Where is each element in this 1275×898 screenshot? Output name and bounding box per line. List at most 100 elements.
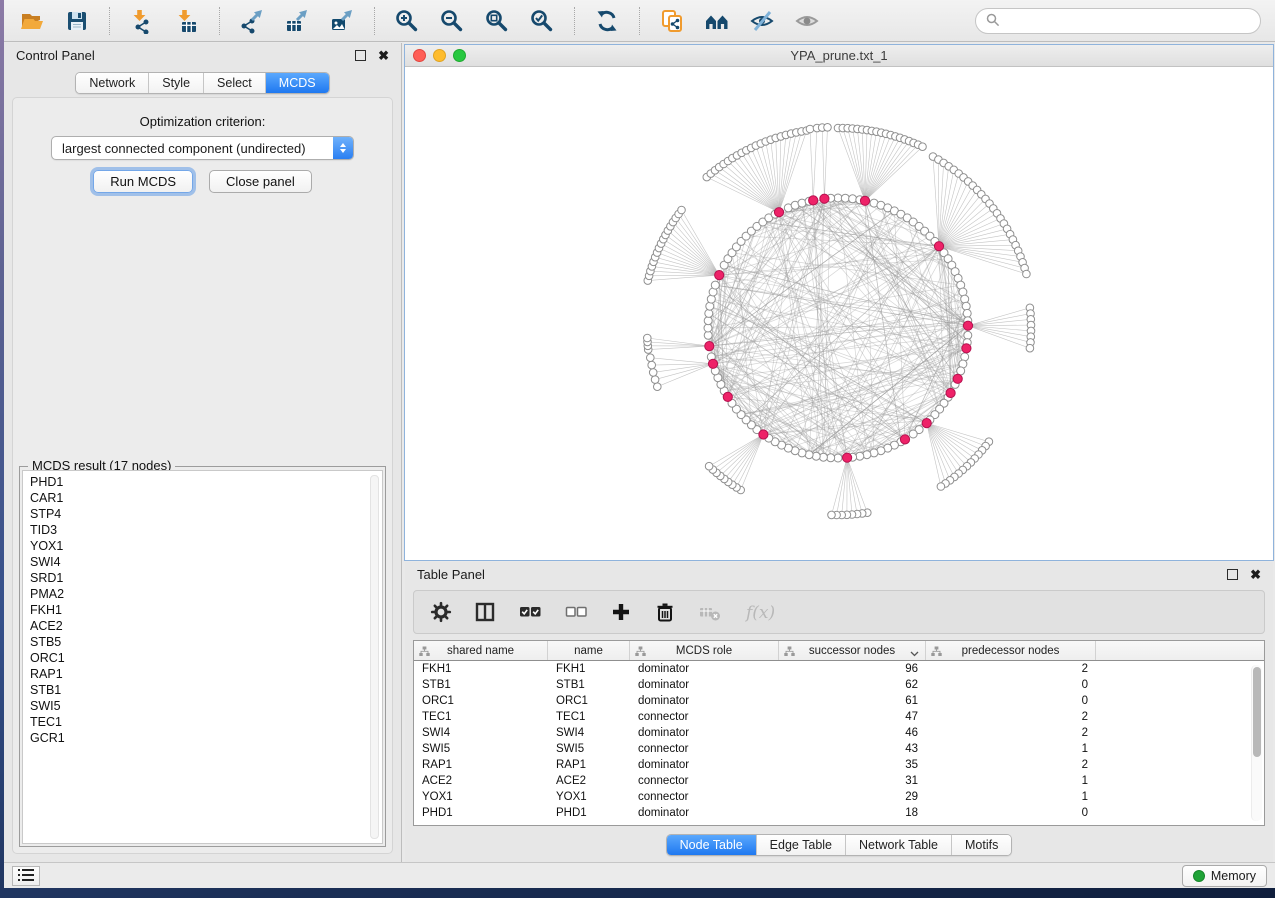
table-cell[interactable]: TEC1 — [414, 711, 548, 723]
column-header-name[interactable]: name — [548, 641, 630, 660]
select-all-icon[interactable] — [518, 601, 542, 623]
table-cell[interactable]: connector — [630, 711, 779, 723]
export-network-icon[interactable] — [234, 5, 270, 37]
export-image-icon[interactable] — [324, 5, 360, 37]
delete-row-icon[interactable] — [654, 601, 676, 623]
table-cell[interactable]: ACE2 — [548, 775, 630, 787]
table-cell[interactable]: FKH1 — [548, 663, 630, 675]
tab-motifs[interactable]: Motifs — [952, 835, 1011, 855]
table-cell[interactable]: 2 — [926, 711, 1096, 723]
close-panel-button[interactable]: Close panel — [209, 170, 312, 193]
table-scrollbar[interactable] — [1251, 665, 1262, 821]
table-cell[interactable]: YOX1 — [414, 791, 548, 803]
mcds-result-item[interactable]: RAP1 — [30, 666, 382, 682]
column-header-shared-name[interactable]: shared name — [414, 641, 548, 660]
table-cell[interactable]: ACE2 — [414, 775, 548, 787]
table-cell[interactable]: 1 — [926, 743, 1096, 755]
table-cell[interactable]: 35 — [779, 759, 926, 771]
hide-selected-icon[interactable] — [744, 5, 780, 37]
tab-network[interactable]: Network — [76, 73, 149, 93]
column-header-predecessor-nodes[interactable]: predecessor nodes — [926, 641, 1096, 660]
table-cell[interactable]: YOX1 — [548, 791, 630, 803]
memory-button[interactable]: Memory — [1182, 865, 1267, 887]
tab-select[interactable]: Select — [204, 73, 266, 93]
table-cell[interactable]: RAP1 — [414, 759, 548, 771]
import-table-icon[interactable] — [169, 5, 205, 37]
table-cell[interactable]: dominator — [630, 679, 779, 691]
table-cell[interactable]: 46 — [779, 727, 926, 739]
table-cell[interactable]: ORC1 — [548, 695, 630, 707]
table-cell[interactable]: connector — [630, 743, 779, 755]
mcds-result-item[interactable]: SWI5 — [30, 698, 382, 714]
mcds-result-item[interactable]: TEC1 — [30, 714, 382, 730]
table-cell[interactable]: 31 — [779, 775, 926, 787]
mcds-result-item[interactable]: TID3 — [30, 522, 382, 538]
table-scrollbar-thumb[interactable] — [1253, 667, 1261, 757]
refresh-icon[interactable] — [589, 5, 625, 37]
table-cell[interactable]: SWI4 — [414, 727, 548, 739]
table-cell[interactable]: 61 — [779, 695, 926, 707]
table-cell[interactable]: SWI5 — [414, 743, 548, 755]
table-cell[interactable]: STB1 — [414, 679, 548, 691]
run-mcds-button[interactable]: Run MCDS — [93, 170, 193, 193]
control-panel-close-button[interactable]: ✖ — [378, 50, 389, 61]
table-cell[interactable]: SWI4 — [548, 727, 630, 739]
table-cell[interactable]: 0 — [926, 679, 1096, 691]
table-cell[interactable]: FKH1 — [414, 663, 548, 675]
table-cell[interactable]: 47 — [779, 711, 926, 723]
table-cell[interactable]: 1 — [926, 791, 1096, 803]
search-box[interactable] — [975, 8, 1261, 34]
task-history-button[interactable] — [12, 866, 40, 886]
mcds-result-item[interactable]: PHD1 — [30, 474, 382, 490]
zoom-in-icon[interactable] — [389, 5, 425, 37]
table-cell[interactable]: ORC1 — [414, 695, 548, 707]
table-cell[interactable]: TEC1 — [548, 711, 630, 723]
zoom-out-icon[interactable] — [434, 5, 470, 37]
table-cell[interactable]: 43 — [779, 743, 926, 755]
tab-mcds[interactable]: MCDS — [266, 73, 329, 93]
tab-network-table[interactable]: Network Table — [846, 835, 952, 855]
mcds-result-item[interactable]: STP4 — [30, 506, 382, 522]
node-table-row[interactable]: YOX1YOX1connector291 — [414, 789, 1264, 805]
table-cell[interactable]: dominator — [630, 759, 779, 771]
network-graph[interactable] — [405, 67, 1270, 560]
table-panel-close-button[interactable]: ✖ — [1250, 569, 1261, 580]
tab-style[interactable]: Style — [149, 73, 204, 93]
table-cell[interactable]: dominator — [630, 695, 779, 707]
node-table-row[interactable]: FKH1FKH1dominator962 — [414, 661, 1264, 677]
table-cell[interactable]: PHD1 — [414, 807, 548, 819]
column-header-MCDS-role[interactable]: MCDS role — [630, 641, 779, 660]
column-header-successor-nodes[interactable]: successor nodes — [779, 641, 926, 660]
mcds-result-item[interactable]: YOX1 — [30, 538, 382, 554]
mcds-result-item[interactable]: STB5 — [30, 634, 382, 650]
zoom-fit-icon[interactable] — [479, 5, 515, 37]
mcds-result-item[interactable]: SRD1 — [30, 570, 382, 586]
table-cell[interactable]: connector — [630, 775, 779, 787]
table-cell[interactable]: 2 — [926, 663, 1096, 675]
mcds-result-item[interactable]: ACE2 — [30, 618, 382, 634]
table-cell[interactable]: dominator — [630, 727, 779, 739]
mcds-result-item[interactable]: GCR1 — [30, 730, 382, 746]
table-cell[interactable]: 2 — [926, 759, 1096, 771]
table-cell[interactable]: 96 — [779, 663, 926, 675]
table-cell[interactable]: 0 — [926, 695, 1096, 707]
table-cell[interactable]: dominator — [630, 807, 779, 819]
show-columns-icon[interactable] — [474, 601, 496, 623]
table-cell[interactable]: STB1 — [548, 679, 630, 691]
node-table-row[interactable]: ORC1ORC1dominator610 — [414, 693, 1264, 709]
table-cell[interactable]: connector — [630, 791, 779, 803]
tab-edge-table[interactable]: Edge Table — [757, 835, 846, 855]
optimization-criterion-select[interactable]: largest connected component (undirected) — [51, 136, 354, 160]
table-cell[interactable]: 18 — [779, 807, 926, 819]
table-cell[interactable]: RAP1 — [548, 759, 630, 771]
table-cell[interactable]: 0 — [926, 807, 1096, 819]
network-canvas[interactable] — [405, 67, 1273, 560]
table-cell[interactable]: SWI5 — [548, 743, 630, 755]
table-cell[interactable]: 62 — [779, 679, 926, 691]
node-table-row[interactable]: ACE2ACE2connector311 — [414, 773, 1264, 789]
mcds-result-item[interactable]: FKH1 — [30, 602, 382, 618]
export-table-icon[interactable] — [279, 5, 315, 37]
column-settings-icon[interactable] — [430, 601, 452, 623]
table-cell[interactable]: 2 — [926, 727, 1096, 739]
tab-node-table[interactable]: Node Table — [667, 835, 757, 855]
